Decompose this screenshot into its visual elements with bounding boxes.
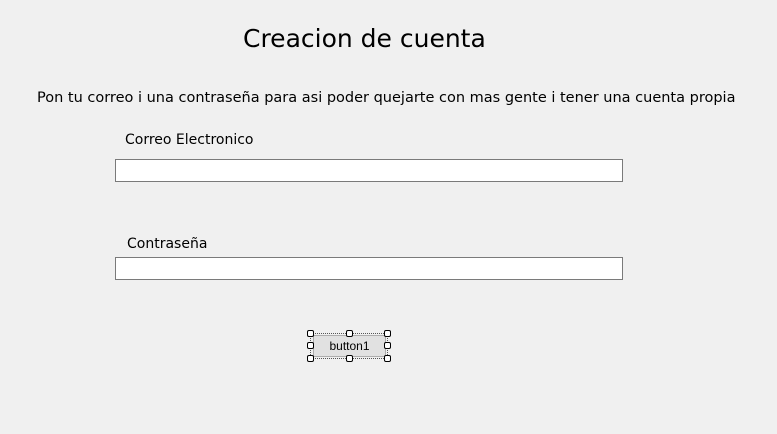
password-label: Contraseña xyxy=(127,236,208,252)
password-input[interactable] xyxy=(115,257,623,280)
form-title: Creacion de cuenta xyxy=(243,24,486,53)
email-input[interactable] xyxy=(115,159,623,182)
description-label: Pon tu correo i una contraseña para asi … xyxy=(37,90,736,106)
submit-button[interactable]: button1 xyxy=(313,335,386,357)
email-label: Correo Electronico xyxy=(125,132,254,148)
